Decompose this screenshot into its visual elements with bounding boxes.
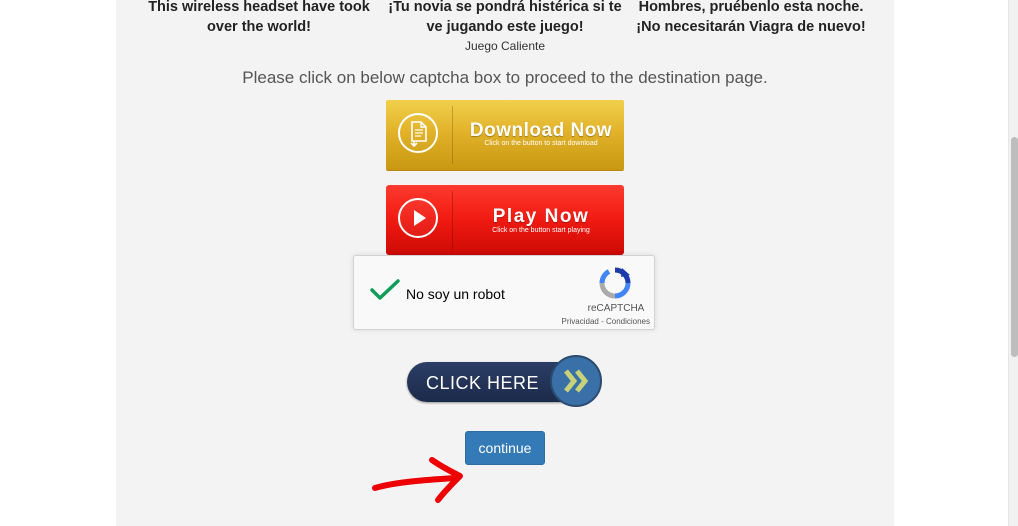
ad-pill[interactable]: Hombres, pruébenlo esta noche. ¡No neces… <box>636 0 866 37</box>
recaptcha-widget: No soy un robot reCAPTCHA Privacidad - C… <box>353 255 655 330</box>
ad-game[interactable]: ¡Tu novia se pondrá histérica si te ve j… <box>386 0 624 55</box>
divider <box>452 106 453 164</box>
red-arrow-icon <box>372 457 463 503</box>
divider <box>452 191 453 249</box>
recaptcha-logo-icon <box>598 266 632 304</box>
download-now-subtitle: Click on the button to start download <box>484 140 598 147</box>
captcha-instruction: Please click on below captcha box to pro… <box>242 68 768 87</box>
ad-game-text[interactable]: ¡Tu novia se pondrá histérica si te ve j… <box>388 0 621 35</box>
download-now-button[interactable]: Download Now Click on the button to star… <box>386 100 624 170</box>
scrollbar-thumb[interactable] <box>1011 137 1018 357</box>
play-now-button[interactable]: Play Now Click on the button start playi… <box>386 185 624 255</box>
scrollbar[interactable] <box>1008 0 1018 526</box>
recaptcha-checkbox[interactable] <box>370 278 400 306</box>
ad-headset-text[interactable]: This wireless headset have took over the… <box>148 0 370 35</box>
ad-headset[interactable]: This wireless headset have took over the… <box>148 0 370 37</box>
continue-button[interactable]: continue <box>465 431 545 465</box>
play-icon <box>398 198 438 238</box>
click-here-button[interactable]: CLICK HERE <box>406 354 604 410</box>
recaptcha-privacy-terms-links[interactable]: Privacidad - Condiciones <box>550 317 651 326</box>
recaptcha-label: No soy un robot <box>406 286 505 302</box>
download-now-title: Download Now <box>469 120 613 141</box>
double-chevron-right-icon <box>550 355 602 407</box>
click-here-label: CLICK HERE <box>426 373 540 393</box>
ad-game-source: Juego Caliente <box>464 39 546 53</box>
download-document-icon <box>398 113 438 153</box>
play-now-title: Play Now <box>492 206 590 227</box>
play-now-subtitle: Click on the button start playing <box>492 227 590 234</box>
recaptcha-brand: reCAPTCHA <box>587 303 645 314</box>
ad-pill-text[interactable]: Hombres, pruébenlo esta noche. ¡No neces… <box>636 0 865 35</box>
checkmark-icon <box>370 279 400 300</box>
